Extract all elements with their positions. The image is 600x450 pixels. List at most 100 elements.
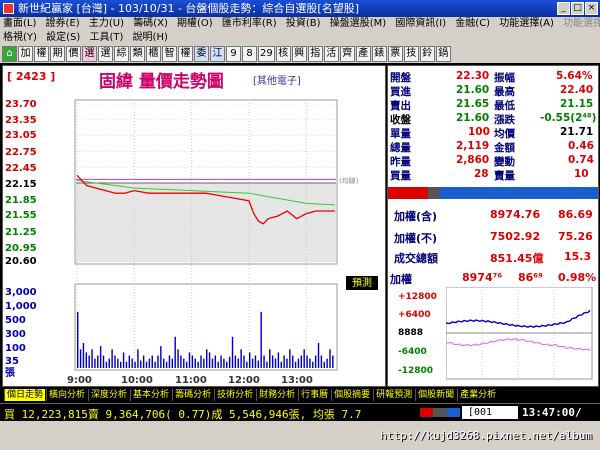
minimize-icon[interactable]: _: [557, 2, 570, 15]
volume-bar: [314, 355, 317, 368]
menu-item-settings[interactable]: 設定(S): [43, 32, 83, 43]
price-tick: 23.05: [5, 130, 37, 141]
buy-volume-value: 28: [474, 168, 489, 180]
toolbar-button[interactable]: 8: [242, 46, 257, 62]
low-label: 最低: [494, 100, 515, 112]
toolbar-button[interactable]: 29: [258, 46, 275, 62]
toolbar-button[interactable]: 選: [82, 46, 97, 62]
volume-bar: [85, 352, 88, 368]
toolbar-button[interactable]: 技: [403, 46, 419, 62]
toolbar-button[interactable]: 鈴: [419, 46, 435, 62]
stock-code-input[interactable]: [001: [462, 406, 518, 419]
toolbar-button[interactable]: 委: [194, 46, 209, 62]
menu-item-securities[interactable]: 證券(E): [43, 18, 83, 29]
toolbar-button[interactable]: 價: [66, 46, 81, 62]
clock-display: 13:47:00/: [522, 406, 582, 419]
index-excl-label: 加權(不): [394, 232, 438, 245]
volume-bar: [251, 358, 254, 368]
volume-bar: [217, 361, 219, 368]
forecast-button[interactable]: 預測: [346, 276, 378, 290]
tab-industry[interactable]: 產業分析: [457, 389, 499, 401]
menu-item-help[interactable]: 說明(H): [130, 32, 171, 43]
tab-chips[interactable]: 籌碼分析: [172, 389, 214, 401]
toolbar-button[interactable]: 權: [178, 46, 193, 62]
menu-item-finance[interactable]: 金融(C): [452, 18, 493, 29]
volume-bar: [180, 355, 182, 368]
menu-item-invest[interactable]: 投資(B): [283, 18, 324, 29]
volume-bar: [99, 346, 102, 368]
toolbar-button[interactable]: 類: [130, 46, 145, 62]
mini-index-percent: 0.98%: [558, 271, 597, 284]
volume-bar: [128, 355, 131, 368]
price-tick: 22.45: [5, 163, 37, 174]
tab-financial[interactable]: 財務分析: [256, 389, 298, 401]
home-icon[interactable]: ⌂: [2, 46, 17, 62]
toolbar-button[interactable]: 指: [307, 46, 323, 62]
menu-item-view[interactable]: 格視(Y): [0, 32, 40, 43]
volume-bar: [274, 358, 277, 368]
menu-item-forex[interactable]: 匯市利率(R): [219, 18, 280, 29]
price-tick: 21.55: [5, 210, 37, 221]
volume-bar: [300, 355, 303, 368]
footer: http://kujd3268.pixnet.net/album: [0, 421, 600, 450]
toolbar-button[interactable]: 錶: [371, 46, 387, 62]
time-tick: 11:00: [175, 375, 207, 386]
volume-bar: [94, 358, 96, 368]
toolbar-button[interactable]: 期: [50, 46, 65, 62]
toolbar-button[interactable]: 櫃: [146, 46, 161, 62]
toolbar-button[interactable]: 智: [162, 46, 177, 62]
menu-item-intl[interactable]: 國際資訊(I): [392, 18, 449, 29]
menu-item-screening[interactable]: 操盤選股(M): [327, 18, 389, 29]
mini-index-header: 加權 8974⁷⁶ 86⁶⁹ 0.98%: [390, 271, 597, 286]
toolbar-button[interactable]: 江: [210, 46, 225, 62]
menu-item-chips[interactable]: 籌碼(X): [130, 18, 171, 29]
ask-label: 賣出: [390, 100, 411, 112]
quote-panel: 開盤 22.30 振幅 5.64% 買進 21.60 最高 22.40 賣出 2…: [387, 65, 599, 387]
toolbar-button[interactable]: 興: [291, 46, 307, 62]
toolbar-button[interactable]: 選: [98, 46, 113, 62]
turnover-label: 變動: [494, 156, 515, 168]
tab-calendar[interactable]: 行事曆: [298, 389, 331, 401]
tab-horizontal[interactable]: 橫向分析: [46, 389, 88, 401]
volume-bar: [277, 352, 280, 368]
volume-bar: [231, 336, 234, 368]
open-label: 開盤: [390, 72, 411, 84]
menu-item-main-force[interactable]: 主力(U): [86, 18, 127, 29]
tab-news[interactable]: 個股新聞: [415, 389, 457, 401]
volume-bar: [171, 358, 174, 368]
maximize-icon[interactable]: □: [571, 2, 584, 15]
volume-bar: [134, 361, 136, 368]
toolbar-button[interactable]: 綜: [114, 46, 129, 62]
tab-summary[interactable]: 個股摘要: [331, 389, 373, 401]
quote-row: 開盤 22.30 振幅 5.64%: [390, 70, 596, 84]
volume-bar: [306, 355, 308, 368]
tab-technical[interactable]: 技術分析: [214, 389, 256, 401]
toolbar-button[interactable]: 權: [34, 46, 49, 62]
toolbar-button[interactable]: 活: [323, 46, 339, 62]
toolbar-button[interactable]: 核: [275, 46, 291, 62]
tab-intraday[interactable]: 個日走勢: [4, 389, 46, 401]
volume-bar: [151, 355, 153, 368]
tab-fundamental[interactable]: 基本分析: [130, 389, 172, 401]
menu-item-options[interactable]: 期權(O): [174, 18, 216, 29]
toolbar-button[interactable]: 9: [226, 46, 241, 62]
toolbar-button[interactable]: 加: [18, 46, 33, 62]
price-tick: 23.70: [5, 99, 37, 110]
menu-item-function-a[interactable]: 功能選擇(A): [496, 18, 557, 29]
volume-bar: [312, 361, 314, 368]
index-incl-value: 8974.76: [490, 208, 541, 221]
price-volume-chart-panel: [ 2423 ] 固緯 量價走勢圖 [其他電子] (均線) 23.70 23.3…: [2, 65, 386, 387]
toolbar-button[interactable]: 票: [387, 46, 403, 62]
volume-bar: [240, 349, 242, 368]
close-icon[interactable]: ×: [585, 2, 598, 15]
toolbar-button[interactable]: 產: [355, 46, 371, 62]
toolbar-button[interactable]: 齊: [339, 46, 355, 62]
toolbar-button[interactable]: 鍋: [435, 46, 451, 62]
amplitude-label: 振幅: [494, 72, 515, 84]
tab-research[interactable]: 研報預測: [373, 389, 415, 401]
menu-item-screen[interactable]: 畫面(L): [0, 18, 39, 29]
volume-bar: [206, 349, 208, 368]
total-turnover-value: 851.45億: [490, 252, 544, 265]
tab-depth[interactable]: 深度分析: [88, 389, 130, 401]
menu-item-tools[interactable]: 工具(T): [86, 32, 126, 43]
